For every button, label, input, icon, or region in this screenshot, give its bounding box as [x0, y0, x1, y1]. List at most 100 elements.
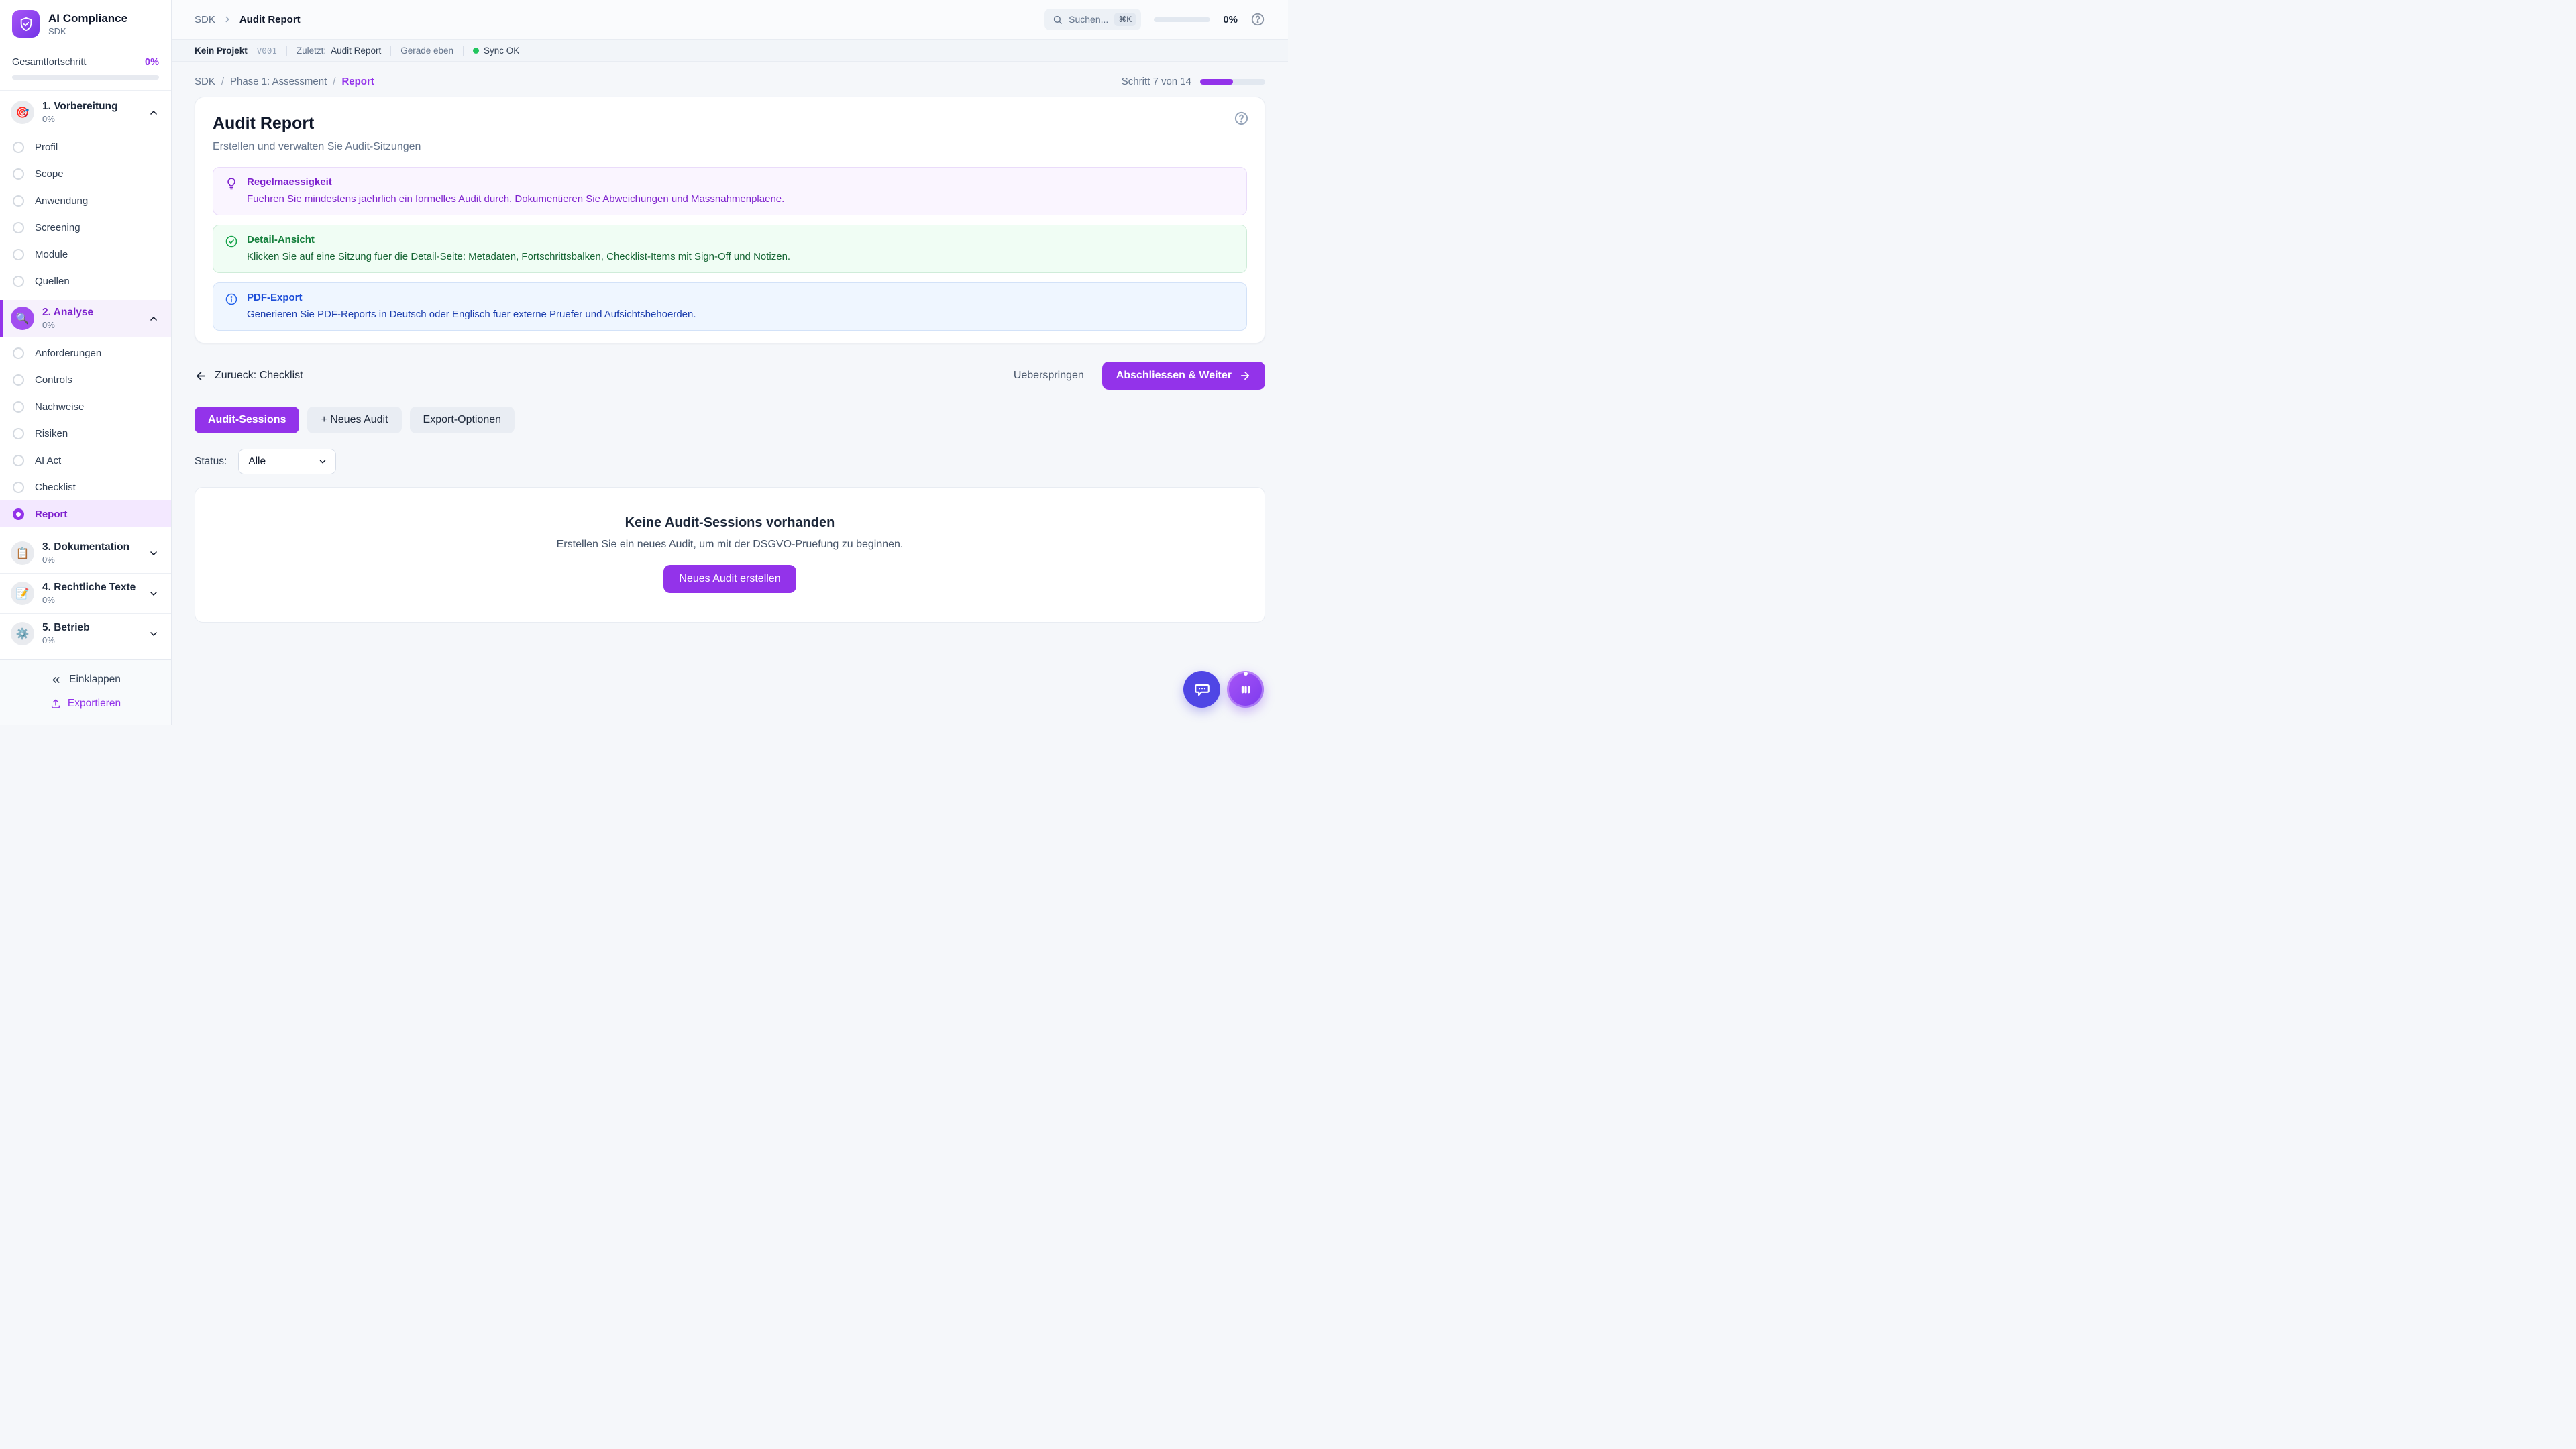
step-progress: Schritt 7 von 14	[1122, 76, 1265, 87]
sidebar-section-header-2[interactable]: 🔍2. Analyse0%	[0, 300, 171, 337]
info-box-title: Regelmaessigkeit	[247, 176, 784, 188]
app-root: { "colors": { "accent": "#9333ea", "sync…	[0, 0, 1288, 724]
sidebar-item-risiken[interactable]: Risiken	[0, 420, 171, 447]
columns-fab-button[interactable]	[1227, 671, 1264, 708]
tab-export-optionen[interactable]: Export-Optionen	[410, 407, 515, 433]
info-box-info: PDF-ExportGenerieren Sie PDF-Reports in …	[213, 282, 1247, 331]
search-icon	[1053, 15, 1063, 25]
sidebar-item-module[interactable]: Module	[0, 241, 171, 268]
info-box-title: PDF-Export	[247, 292, 696, 303]
section-percent: 0%	[42, 114, 140, 124]
tab-neues-audit[interactable]: + Neues Audit	[307, 407, 401, 433]
create-audit-button[interactable]: Neues Audit erstellen	[663, 565, 796, 593]
columns-icon	[1237, 681, 1254, 698]
sidebar-section-header-4[interactable]: 📝4. Rechtliche Texte0%	[0, 573, 171, 613]
chat-bubble-icon	[1193, 681, 1211, 698]
target-icon: 🎯	[11, 101, 34, 124]
radio-icon	[13, 195, 24, 207]
tab-audit-sessions[interactable]: Audit-Sessions	[195, 407, 299, 433]
sidebar-item-controls[interactable]: Controls	[0, 366, 171, 393]
sidebar-item-label: Screening	[35, 222, 80, 233]
lightbulb-icon	[225, 177, 238, 205]
section-label: 3. Dokumentation	[42, 541, 140, 553]
content: SDK Phase 1: Assessment Report Schritt 7…	[172, 62, 1288, 724]
sidebar-item-screening[interactable]: Screening	[0, 214, 171, 241]
collapse-label: Einklappen	[69, 674, 121, 686]
double-chevron-left-icon	[50, 674, 62, 686]
status-select[interactable]: Alle	[238, 449, 336, 474]
sidebar-item-label: Quellen	[35, 276, 70, 287]
radio-icon	[13, 249, 24, 260]
sidebar-item-label: Nachweise	[35, 401, 84, 413]
overall-progress-percent: 0%	[145, 57, 159, 68]
finish-next-button[interactable]: Abschliessen & Weiter	[1102, 362, 1265, 390]
audit-report-card: Audit Report Erstellen und verwalten Sie…	[195, 97, 1265, 343]
radio-icon	[13, 428, 24, 439]
chevron-down-icon	[148, 588, 159, 599]
sidebar-footer: Einklappen Exportieren	[0, 659, 171, 724]
sidebar-section-header-1[interactable]: 🎯1. Vorbereitung0%	[0, 94, 171, 131]
info-box-text: Klicken Sie auf eine Sitzung fuer die De…	[247, 251, 790, 262]
sync-status-dot	[473, 48, 479, 54]
project-name: Kein Projekt	[195, 46, 248, 56]
export-button[interactable]: Exportieren	[50, 698, 121, 710]
sidebar-item-label: Checklist	[35, 482, 76, 493]
wizard-nav-row: Zurueck: Checklist Ueberspringen Abschli…	[195, 362, 1265, 390]
sidebar-section-header-3[interactable]: 📋3. Dokumentation0%	[0, 533, 171, 573]
sidebar-item-nachweise[interactable]: Nachweise	[0, 393, 171, 420]
chevron-down-icon	[148, 548, 159, 559]
page-title: Audit Report	[213, 114, 1247, 133]
radio-icon	[13, 401, 24, 413]
statusbar: Kein Projekt V001 Zuletzt: Audit Report …	[172, 40, 1288, 62]
info-box-text: Fuehren Sie mindestens jaehrlich ein for…	[247, 193, 784, 205]
sidebar-item-profil[interactable]: Profil	[0, 133, 171, 160]
app-logo-block: AI Compliance SDK	[0, 0, 171, 48]
sidebar-item-anforderungen[interactable]: Anforderungen	[0, 339, 171, 366]
sidebar-item-quellen[interactable]: Quellen	[0, 268, 171, 294]
empty-state-subtitle: Erstellen Sie ein neues Audit, um mit de…	[209, 539, 1251, 551]
floating-buttons	[1183, 671, 1264, 708]
sidebar-item-scope[interactable]: Scope	[0, 160, 171, 187]
check-circle-icon	[225, 235, 238, 262]
chevron-up-icon	[148, 313, 159, 324]
chat-fab-button[interactable]	[1183, 671, 1220, 708]
info-box-tip: Regelmaessigkeit Fuehren Sie mindestens j…	[213, 167, 1247, 215]
back-link[interactable]: Zurueck: Checklist	[195, 370, 303, 382]
sidebar-section-header-5[interactable]: ⚙️5. Betrieb0%	[0, 613, 171, 653]
search-input[interactable]: Suchen... ⌘K	[1044, 9, 1141, 30]
status-filter-row: Status: Alle	[195, 449, 1265, 474]
empty-state-card: Keine Audit-Sessions vorhanden Erstellen…	[195, 487, 1265, 623]
sidebar-item-report[interactable]: Report	[0, 500, 171, 527]
magnifier-icon: 🔍	[11, 307, 34, 330]
shield-check-icon	[12, 10, 40, 38]
breadcrumb-phase[interactable]: Phase 1: Assessment	[230, 76, 327, 87]
skip-button[interactable]: Ueberspringen	[1014, 370, 1084, 382]
section-percent: 0%	[42, 320, 140, 330]
sidebar-item-label: Controls	[35, 374, 72, 386]
sidebar-nav: 🎯1. Vorbereitung0%Profil Scope Anwendung Sc…	[0, 91, 171, 659]
info-box-success: Detail-AnsichtKlicken Sie auf eine Sitzu…	[213, 225, 1247, 273]
overall-progress-bar	[12, 75, 159, 80]
help-icon[interactable]	[1250, 12, 1265, 27]
breadcrumb-sdk[interactable]: SDK	[195, 76, 215, 87]
overall-progress-block: Gesamtfortschritt 0%	[0, 48, 171, 91]
chevron-down-icon	[148, 629, 159, 639]
sidebar-item-checklist[interactable]: Checklist	[0, 474, 171, 500]
radio-icon	[13, 276, 24, 287]
chevron-up-icon	[148, 107, 159, 118]
chevron-down-icon	[318, 457, 327, 466]
last-value: Audit Report	[331, 46, 381, 56]
collapse-sidebar-button[interactable]: Einklappen	[50, 674, 121, 686]
app-title: AI Compliance	[48, 11, 127, 25]
card-help-icon[interactable]	[1234, 111, 1249, 126]
arrow-left-icon	[195, 370, 207, 382]
sidebar-item-label: Scope	[35, 168, 64, 180]
radio-icon	[13, 168, 24, 180]
sidebar-item-anwendung[interactable]: Anwendung	[0, 187, 171, 214]
gear-icon: ⚙️	[11, 622, 34, 645]
sidebar-item-ai-act[interactable]: AI Act	[0, 447, 171, 474]
app-subtitle: SDK	[48, 26, 127, 36]
page-breadcrumb: SDK Phase 1: Assessment Report	[195, 76, 374, 87]
breadcrumb-root[interactable]: SDK	[195, 14, 215, 25]
search-placeholder: Suchen...	[1069, 14, 1108, 25]
